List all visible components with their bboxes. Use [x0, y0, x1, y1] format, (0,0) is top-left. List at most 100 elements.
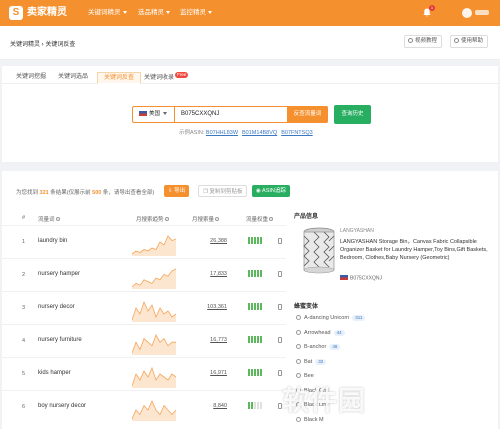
variant-item[interactable]: Arrowhead 44 — [296, 329, 345, 336]
search-volume[interactable]: 26,388 — [207, 238, 227, 244]
table-row[interactable]: 4 nursery furniture 16,773 — [2, 324, 286, 357]
variant-label: A-dancing Unicorn — [304, 315, 350, 321]
trend-sparkline[interactable] — [132, 328, 176, 355]
tab-bar: 关键词挖掘 关键词选品 关键词反查 关键词收录Free — [2, 68, 498, 84]
radio-icon — [296, 344, 301, 349]
reverse-lookup-button[interactable]: 反查流量词 — [287, 106, 328, 123]
variant-item[interactable]: B-anchor 48 — [296, 344, 341, 350]
table-row[interactable]: 2 nursery hamper 17,833 — [2, 258, 286, 291]
trend-sparkline[interactable] — [132, 361, 176, 388]
search-volume[interactable]: 17,833 — [207, 271, 227, 277]
search-volume[interactable]: 8,840 — [207, 403, 227, 409]
nav-keyword-tool[interactable]: 关键词精灵 — [88, 9, 127, 17]
row-index: 1 — [22, 239, 26, 245]
example-asin-link[interactable]: B07FNTSQ3 — [281, 130, 312, 136]
trend-sparkline[interactable] — [132, 295, 176, 322]
col-volume-label: 月搜索量 — [192, 217, 215, 223]
col-keyword[interactable]: 流量词 — [38, 215, 60, 223]
bookmark-icon[interactable] — [278, 304, 282, 310]
asin-search-input[interactable] — [181, 107, 285, 122]
tab-keyword-selection[interactable]: 关键词选品 — [56, 72, 90, 84]
query-history-button[interactable]: 查询历史 — [334, 105, 371, 124]
weight-bar — [254, 237, 256, 244]
bookmark-icon[interactable] — [278, 370, 282, 376]
col-volume[interactable]: 月搜索量 — [192, 215, 220, 223]
row-index: 5 — [22, 371, 26, 377]
tab-reverse-lookup[interactable]: 关键词反查 — [97, 72, 142, 84]
table-row[interactable]: 6 boy nursery decor 8,840 — [2, 390, 286, 423]
nav-monitor-tool[interactable]: 监控精灵 — [180, 9, 212, 17]
keyword-cell[interactable]: nursery furniture — [38, 337, 82, 343]
tab-keyword-mining[interactable]: 关键词挖掘 — [14, 72, 48, 84]
bookmark-icon[interactable] — [278, 271, 282, 277]
col-weight[interactable]: 流量权重 — [246, 215, 274, 223]
variant-count: 311 — [352, 315, 366, 321]
table-row[interactable]: 1 laundry bin 26,388 — [2, 225, 286, 258]
example-asin-link[interactable]: B07HHL83W — [206, 130, 238, 136]
product-asin[interactable]: B075CXXQNJ — [340, 275, 382, 282]
notification-badge: 1 — [429, 5, 435, 11]
trend-sparkline[interactable] — [132, 229, 176, 256]
variant-item[interactable]: A-dancing Unicorn 311 — [296, 315, 366, 321]
app-logo[interactable]: S — [9, 6, 23, 20]
export-button[interactable]: ⇩ 导出 — [164, 185, 190, 197]
breadcrumb-bar: 关键词精灵 › 关键词反查 视频教程 使用帮助 — [0, 26, 500, 60]
col-trend[interactable]: 月搜索趋势 — [136, 215, 169, 223]
trend-sparkline[interactable] — [132, 394, 176, 421]
weight-bar — [254, 270, 256, 277]
breadcrumb: 关键词精灵 › 关键词反查 — [10, 42, 76, 48]
variant-item[interactable]: Bat 32 — [296, 358, 327, 365]
search-card: 关键词挖掘 关键词选品 关键词反查 关键词收录Free 美国 反查流量词 查询历… — [2, 66, 498, 162]
table-row[interactable]: 3 nursery decor 103,361 — [2, 291, 286, 324]
search-volume[interactable]: 16,773 — [207, 337, 227, 343]
weight-bar — [248, 369, 250, 376]
weight-bar — [248, 237, 250, 244]
product-image[interactable] — [298, 225, 340, 275]
play-icon — [408, 38, 413, 43]
weight-bar — [254, 336, 256, 343]
copy-button[interactable]: ❐ 复制到剪贴板 — [198, 185, 248, 197]
market-select[interactable]: 美国 — [133, 107, 175, 122]
trend-sparkline[interactable] — [132, 262, 176, 289]
product-asin-value: B075CXXQNJ — [350, 275, 382, 282]
video-tutorial-button[interactable]: 视频教程 — [404, 35, 443, 48]
traffic-weight — [248, 303, 263, 311]
bookmark-icon[interactable] — [278, 337, 282, 343]
market-label: 美国 — [149, 111, 161, 117]
keyword-cell[interactable]: nursery hamper — [38, 271, 80, 277]
tab-keyword-indexing[interactable]: 关键词收录Free — [142, 72, 190, 84]
nav-product-tool[interactable]: 选品精灵 — [138, 9, 170, 17]
traffic-weight — [248, 369, 263, 377]
bookmark-icon[interactable] — [278, 238, 282, 244]
keyword-cell[interactable]: kids hamper — [38, 370, 71, 376]
user-menu[interactable] — [475, 10, 489, 15]
summary-mid: 条结果(仅展示前 — [50, 190, 91, 196]
table-row[interactable]: 5 kids hamper 16,971 — [2, 357, 286, 390]
nav-product-tool-label: 选品精灵 — [138, 9, 164, 16]
nav-monitor-tool-label: 监控精灵 — [180, 9, 206, 16]
search-volume[interactable]: 103,361 — [207, 304, 227, 310]
chevron-down-icon — [166, 10, 170, 14]
keyword-cell[interactable]: laundry bin — [38, 238, 67, 244]
keyword-cell[interactable]: boy nursery decor — [38, 403, 86, 409]
logo-letter: S — [12, 7, 20, 18]
summary-total: 321 — [39, 190, 49, 196]
copy-label: 复制到剪贴板 — [209, 189, 243, 195]
asin-track-button[interactable]: ◉ ASIN追踪 — [252, 185, 290, 197]
example-asins-label: 示例ASIN: — [179, 130, 205, 136]
help-icon — [454, 38, 459, 43]
weight-bar — [254, 303, 256, 310]
help-button[interactable]: 使用帮助 — [450, 35, 489, 48]
summary-shown: 500 — [92, 190, 102, 196]
keyword-cell[interactable]: nursery decor — [38, 304, 75, 310]
row-index: 6 — [22, 404, 26, 410]
avatar[interactable] — [462, 8, 472, 18]
search-volume[interactable]: 16,971 — [207, 370, 227, 376]
variant-count: 32 — [315, 358, 327, 365]
example-asin-link[interactable]: B01M14B8VQ — [242, 130, 277, 136]
radio-icon — [296, 329, 301, 335]
product-name[interactable]: LANGYASHAN Storage Bin，Canvas Fabric Col… — [340, 238, 490, 263]
weight-bar — [260, 369, 262, 376]
weight-bar — [260, 237, 262, 244]
trend-area — [132, 236, 176, 256]
